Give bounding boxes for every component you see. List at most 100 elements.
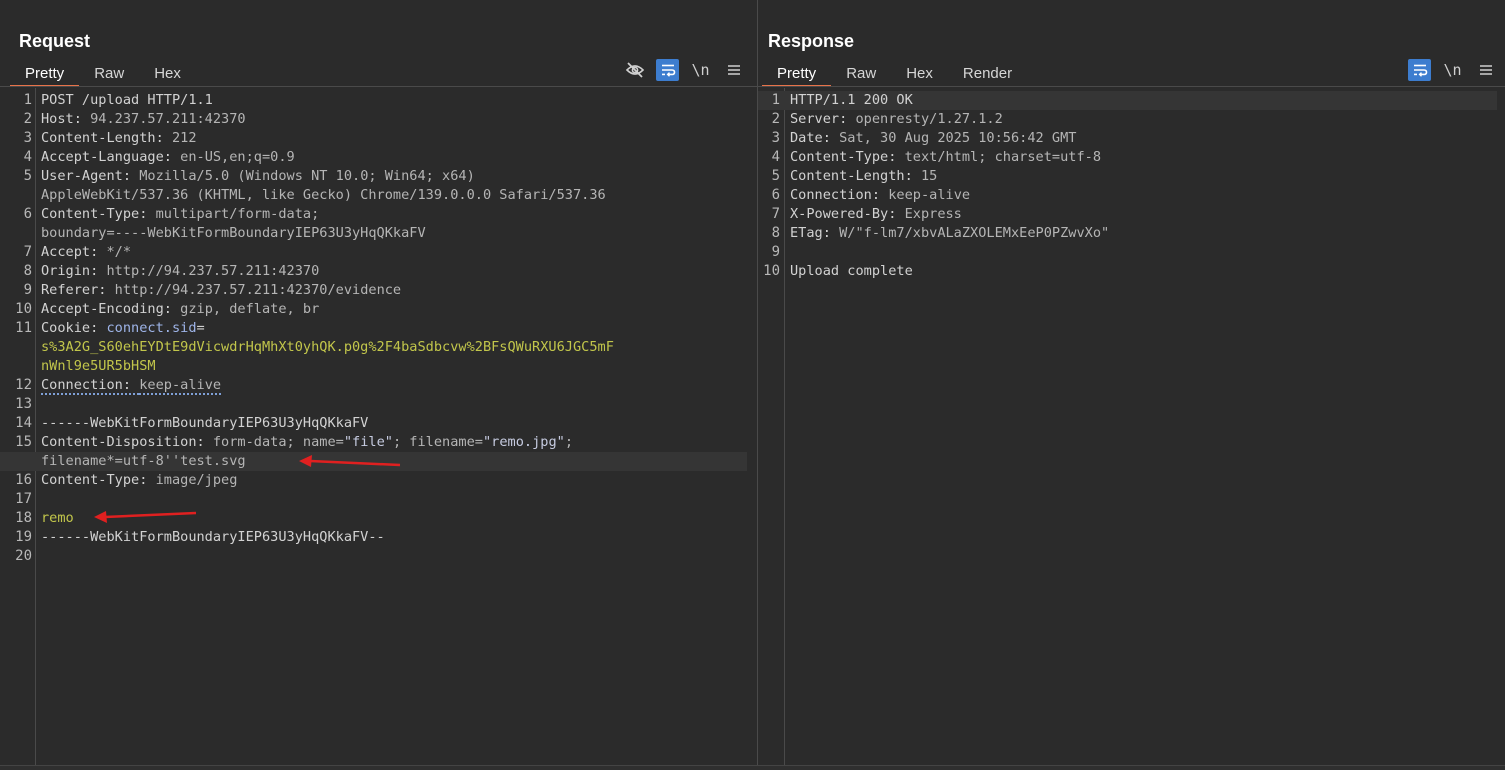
code-line: 4 Accept-Language: en-US,en;q=0.9 xyxy=(0,148,747,167)
code-token: Content-Length: xyxy=(790,168,921,184)
code-line: 10 Upload complete xyxy=(758,262,1497,281)
newline-toggle[interactable]: \n xyxy=(689,59,712,81)
code-text: Connection: keep-alive xyxy=(790,186,970,205)
code-line: 6 Connection: keep-alive xyxy=(758,186,1497,205)
code-text: Server: openresty/1.27.1.2 xyxy=(790,110,1003,129)
code-text: Accept: */* xyxy=(41,243,131,262)
code-token: Origin: xyxy=(41,263,107,279)
code-text: User-Agent: Mozilla/5.0 (Windows NT 10.0… xyxy=(41,167,475,186)
request-lines: 1 POST /upload HTTP/1.1 2 Host: 94.237.57.2… xyxy=(0,91,747,566)
code-token: Content-Length: xyxy=(41,130,172,146)
response-title: Response xyxy=(768,31,855,51)
hamburger-icon[interactable] xyxy=(722,59,745,81)
annotation-arrow-icon xyxy=(94,511,197,523)
code-token: gzip, deflate, br xyxy=(180,301,320,317)
line-number: 18 xyxy=(15,510,32,526)
line-number: 2 xyxy=(23,111,32,127)
code-line: 2 Server: openresty/1.27.1.2 xyxy=(758,110,1497,129)
code-token: W/"f-lm7/xbvALaZXOLEMxEeP0PZwvXo" xyxy=(839,225,1110,241)
code-token: nWnl9e5UR5bHSM xyxy=(41,358,156,374)
code-text: HTTP/1.1 200 OK xyxy=(790,91,913,110)
code-token: Referer: xyxy=(41,282,115,298)
line-number: 10 xyxy=(763,263,780,279)
code-token: X-Powered-By: xyxy=(790,206,905,222)
line-number: 6 xyxy=(23,206,32,222)
code-token: User-Agent: xyxy=(41,168,140,184)
code-line: nWnl9e5UR5bHSM xyxy=(0,357,747,376)
response-toolbar: \n xyxy=(1408,59,1497,81)
code-token: Connection: xyxy=(41,377,140,395)
tab-render[interactable]: Render xyxy=(948,62,1027,87)
annotation-arrow-icon xyxy=(299,455,401,467)
code-text: Cookie: connect.sid= xyxy=(41,319,205,338)
code-line: 5 Content-Length: 15 xyxy=(758,167,1497,186)
line-number: 4 xyxy=(23,149,32,165)
code-line: 5 User-Agent: Mozilla/5.0 (Windows NT 10.… xyxy=(0,167,747,186)
response-tabs: Pretty Raw Hex Render xyxy=(762,62,1027,87)
code-text: Content-Length: 212 xyxy=(41,129,197,148)
code-line: boundary=----WebKitFormBoundaryIEP63U3yH… xyxy=(0,224,747,243)
newline-toggle[interactable]: \n xyxy=(1441,59,1464,81)
tab-pretty[interactable]: Pretty xyxy=(10,62,80,87)
request-editor[interactable]: 1 POST /upload HTTP/1.1 2 Host: 94.237.57.2… xyxy=(0,88,757,766)
code-token: Content-Type: xyxy=(41,206,156,222)
code-token: Mozilla/5.0 (Windows NT 10.0; Win64; x64… xyxy=(139,168,475,184)
code-token: remo xyxy=(41,510,74,526)
code-line: 6 Content-Type: multipart/form-data; xyxy=(0,205,747,224)
tab-hex[interactable]: Hex xyxy=(139,62,196,87)
tab-pretty[interactable]: Pretty xyxy=(762,62,832,87)
code-line: 3 Date: Sat, 30 Aug 2025 10:56:42 GMT xyxy=(758,129,1497,148)
code-token: POST /upload HTTP/1.1 xyxy=(41,92,213,108)
line-number: 3 xyxy=(771,130,780,146)
code-text: Date: Sat, 30 Aug 2025 10:56:42 GMT xyxy=(790,129,1076,148)
code-token: keep-alive xyxy=(139,377,222,395)
code-text: POST /upload HTTP/1.1 xyxy=(41,91,213,110)
wrap-lines-icon[interactable] xyxy=(1408,59,1431,81)
line-number: 16 xyxy=(15,472,32,488)
code-token: Accept-Encoding: xyxy=(41,301,181,317)
code-text: s%3A2G_S60ehEYDtE9dVicwdrHqMhXt0yhQK.p0g… xyxy=(41,338,614,357)
line-number: 14 xyxy=(15,415,32,431)
code-token: "file" xyxy=(343,434,393,450)
code-token: Accept-Language: xyxy=(41,149,181,165)
hamburger-icon[interactable] xyxy=(1474,59,1497,81)
code-text: Content-Type: text/html; charset=utf-8 xyxy=(790,148,1101,167)
code-line: s%3A2G_S60ehEYDtE9dVicwdrHqMhXt0yhQK.p0g… xyxy=(0,338,747,357)
tab-raw[interactable]: Raw xyxy=(831,62,891,87)
code-token: */* xyxy=(106,244,132,260)
code-token: connect.sid xyxy=(106,320,197,336)
code-token: Content-Type: xyxy=(41,472,156,488)
code-text: Content-Type: multipart/form-data; xyxy=(41,205,319,224)
response-editor[interactable]: 1 HTTP/1.1 200 OK 2 Server: openresty/1.27.… xyxy=(758,88,1505,766)
request-tab-rule xyxy=(0,86,757,87)
code-text: Content-Disposition: form-data; name="fi… xyxy=(41,433,573,452)
code-token: keep-alive xyxy=(888,187,971,203)
wrap-lines-icon[interactable] xyxy=(656,59,679,81)
code-text: remo xyxy=(41,509,74,528)
code-text: Accept-Encoding: gzip, deflate, br xyxy=(41,300,319,319)
code-line: 15 Content-Disposition: form-data; name="… xyxy=(0,433,747,452)
code-text: AppleWebKit/537.36 (KHTML, like Gecko) C… xyxy=(41,186,606,205)
line-number: 1 xyxy=(771,92,780,108)
eye-slash-icon[interactable] xyxy=(623,59,646,81)
code-text: Connection: keep-alive xyxy=(41,376,222,395)
line-number: 13 xyxy=(15,396,32,412)
line-number: 12 xyxy=(15,377,32,393)
code-line: 11 Cookie: connect.sid= xyxy=(0,319,747,338)
code-line: 20 xyxy=(0,547,747,566)
line-number: 7 xyxy=(771,206,780,222)
code-line: 3 Content-Length: 212 xyxy=(0,129,747,148)
code-token: openresty/1.27.1.2 xyxy=(855,111,1003,127)
code-token: Connection: xyxy=(790,187,889,203)
code-text: Content-Length: 15 xyxy=(790,167,937,186)
code-token: http://94.237.57.211:42370/evidence xyxy=(114,282,402,298)
code-text: nWnl9e5UR5bHSM xyxy=(41,357,156,376)
tab-raw[interactable]: Raw xyxy=(79,62,139,87)
code-line: 2 Host: 94.237.57.211:42370 xyxy=(0,110,747,129)
code-token: ETag: xyxy=(790,225,840,241)
code-token: Server: xyxy=(790,111,856,127)
tab-hex[interactable]: Hex xyxy=(891,62,948,87)
code-token: 94.237.57.211:42370 xyxy=(90,111,246,127)
code-line: 7 X-Powered-By: Express xyxy=(758,205,1497,224)
code-token: Upload complete xyxy=(790,263,913,279)
